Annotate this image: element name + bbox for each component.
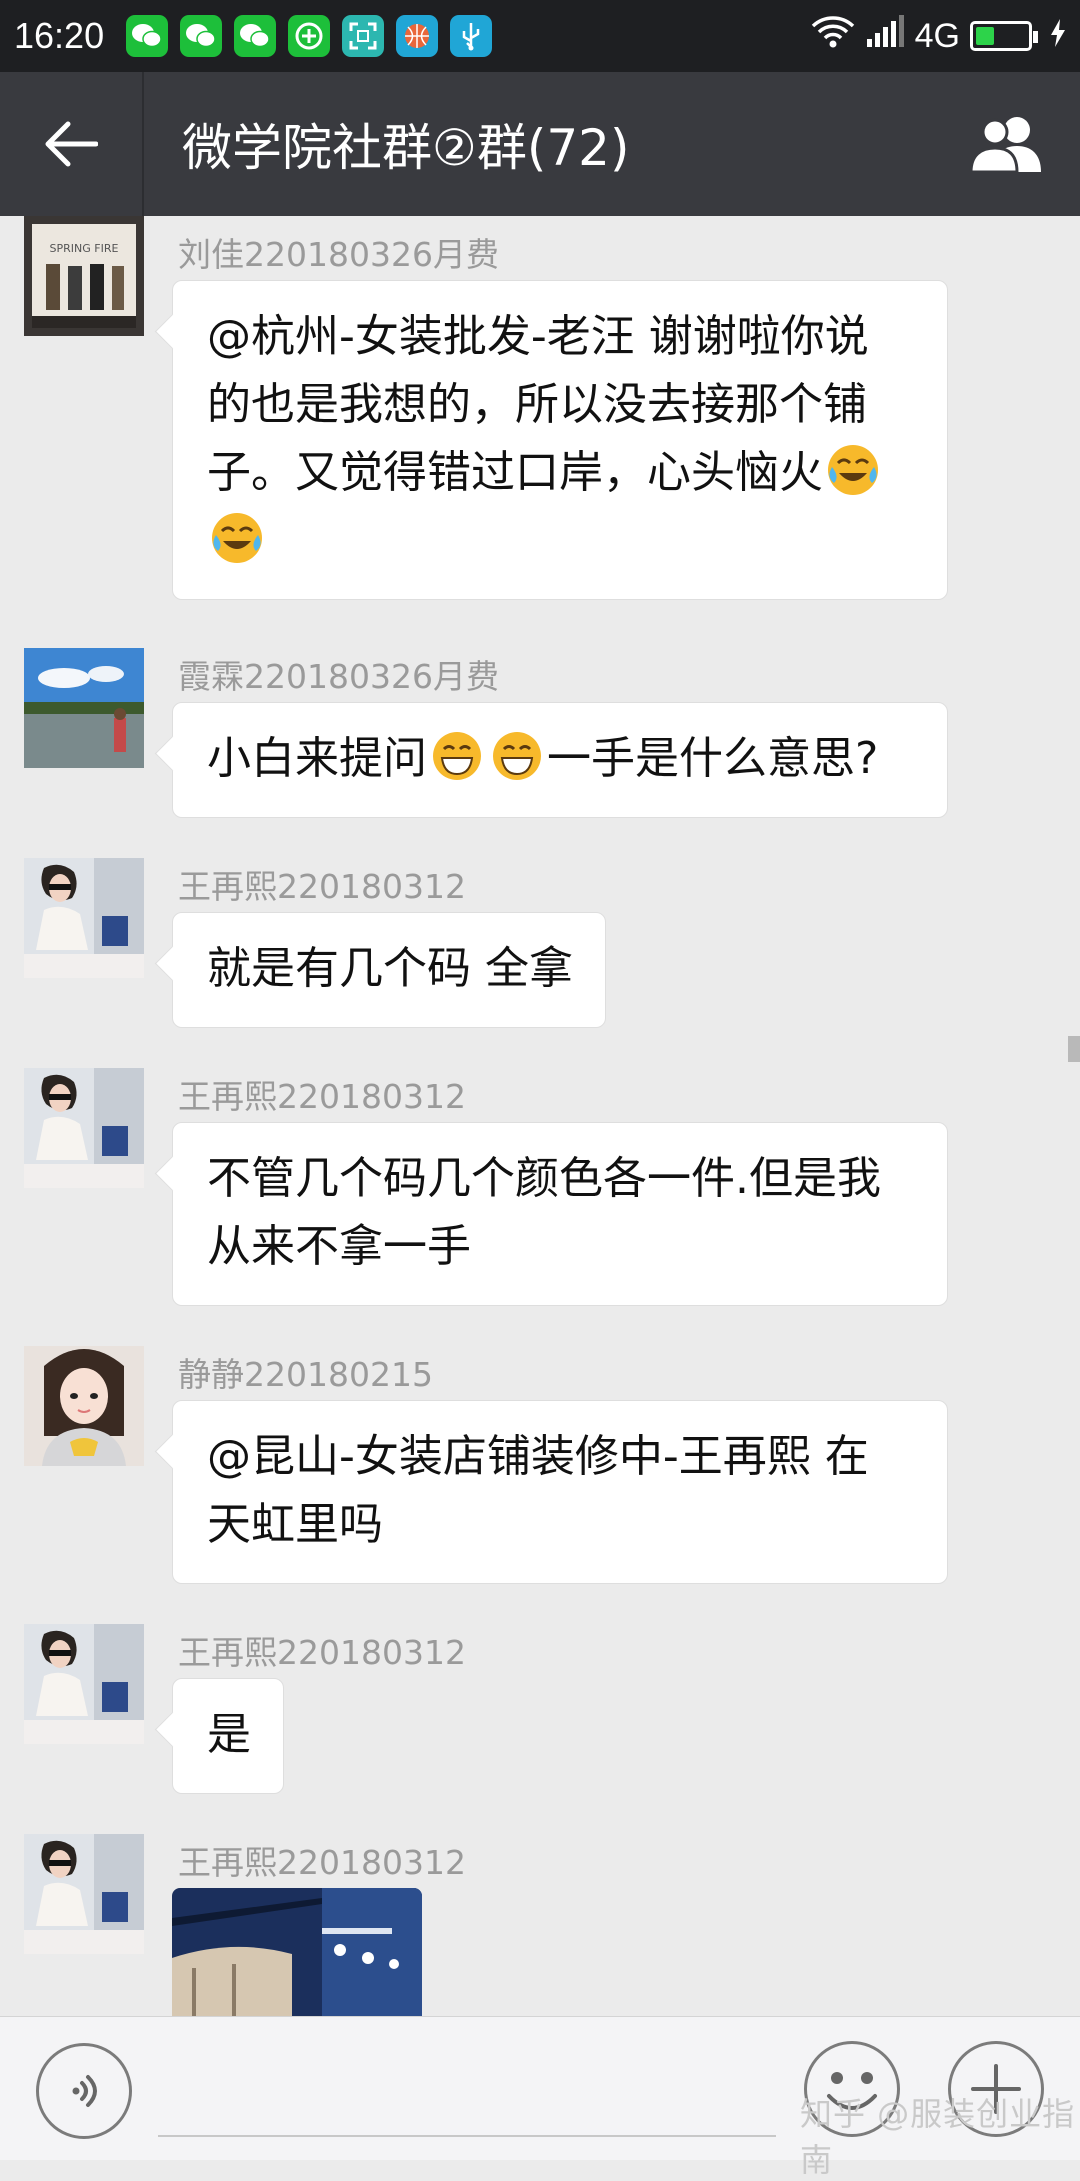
charging-icon [1050, 18, 1066, 54]
woman-sunglasses-avatar-image [24, 858, 144, 978]
basketball-icon [396, 15, 439, 57]
avatar[interactable] [24, 858, 144, 978]
watermark: 知乎 @服装创业指南 [800, 2095, 1076, 2179]
sender-name: 刘佳220180326月费 [178, 235, 499, 274]
sender-name: 王再熙220180312 [178, 1843, 466, 1882]
group-members-button[interactable] [936, 72, 1080, 216]
message-line [207, 507, 915, 575]
title-bar: 微学院社群②群(72) [0, 72, 1080, 216]
avatar[interactable] [24, 1346, 144, 1466]
scan-icon [342, 15, 385, 57]
message-bubble[interactable]: 就是有几个码 全拿 [172, 912, 606, 1028]
wechat-icon [126, 15, 169, 57]
message-bubble[interactable]: @杭州-女装批发-老汪 谢谢啦你说 的也是我想的，所以没去接那个铺 子。又觉得错… [172, 280, 948, 600]
battery-icon [970, 21, 1038, 51]
scrollbar-thumb[interactable] [1068, 1036, 1080, 1062]
svg-text:SPRING FIRE: SPRING FIRE [50, 242, 119, 255]
message-line: @昆山-女装店铺装修中-王再熙 在 [207, 1431, 869, 1482]
chat-message: 王再熙220180312 不管几个码几个颜色各一件.但是我 从来不拿一手 [0, 1058, 1080, 1306]
sender-name: 王再熙220180312 [178, 867, 466, 906]
message-bubble[interactable]: 是 [172, 1678, 284, 1794]
input-bar: 知乎 @服装创业指南 [0, 2016, 1080, 2179]
sender-name: 静静220180215 [178, 1355, 433, 1394]
chat-message: 王再熙220180312 [0, 1824, 1080, 2016]
store-window-avatar-image: SPRING FIRE [24, 216, 144, 336]
message-text: 是 [207, 1709, 251, 1760]
message-line: @杭州-女装批发-老汪 谢谢啦你说 [207, 311, 869, 362]
message-bubble[interactable]: 不管几个码几个颜色各一件.但是我 从来不拿一手 [172, 1122, 948, 1306]
back-button[interactable] [0, 72, 144, 216]
plus-app-icon [288, 15, 331, 57]
chat-message: SPRING FIRE 刘佳220180326月费 @杭州-女装批发-老汪 谢谢… [0, 216, 1080, 606]
wifi-icon [811, 15, 855, 58]
message-text: 小白来提问 [207, 733, 427, 784]
status-time: 16:20 [14, 15, 105, 56]
lake-avatar-image [24, 648, 144, 768]
voice-input-button[interactable] [36, 2043, 132, 2139]
message-bubble[interactable]: @昆山-女装店铺装修中-王再熙 在 天虹里吗 [172, 1400, 948, 1584]
store-interior-photo [172, 1888, 422, 2016]
avatar[interactable] [24, 648, 144, 768]
status-right: 4G [811, 14, 1066, 58]
back-arrow-icon [45, 121, 98, 167]
wechat-icon [234, 15, 277, 57]
battery-level [976, 27, 994, 45]
chat-message: 静静220180215 @昆山-女装店铺装修中-王再熙 在 天虹里吗 [0, 1336, 1080, 1584]
avatar[interactable] [24, 1624, 144, 1744]
message-line: 的也是我想的，所以没去接那个铺 [207, 379, 867, 430]
grinning-emoji-icon [493, 732, 541, 780]
avatar[interactable]: SPRING FIRE [24, 216, 144, 336]
avatar[interactable] [24, 1834, 144, 1954]
message-bubble[interactable]: 小白来提问 一手是什么意思? [172, 702, 948, 818]
sender-name: 霞霖220180326月费 [178, 657, 499, 696]
voice-icon [72, 2075, 97, 2107]
status-bar: 16:20 4G [0, 0, 1080, 72]
crying-laughing-emoji-icon [828, 445, 878, 495]
woman-sunglasses-avatar-image [24, 1624, 144, 1744]
message-input[interactable] [158, 2135, 776, 2137]
avatar[interactable] [24, 1068, 144, 1188]
usb-icon [450, 15, 493, 57]
sender-name: 王再熙220180312 [178, 1633, 466, 1672]
chat-area[interactable]: SPRING FIRE 刘佳220180326月费 @杭州-女装批发-老汪 谢谢… [0, 216, 1080, 2016]
chat-title: 微学院社群②群(72) [182, 119, 630, 177]
network-type: 4G [914, 16, 960, 55]
chat-message: 王再熙220180312 就是有几个码 全拿 [0, 848, 1080, 1028]
message-line: 从来不拿一手 [207, 1221, 471, 1272]
crying-laughing-emoji-icon [212, 513, 262, 563]
image-message[interactable] [172, 1888, 422, 2016]
message-line: 子。又觉得错过口岸，心头恼火 [207, 439, 915, 507]
woman-sunglasses-avatar-image [24, 1068, 144, 1188]
woman-sunglasses-avatar-image [24, 1834, 144, 1954]
chat-message: 霞霖220180326月费 小白来提问 一手是什么意思? [0, 638, 1080, 818]
chat-message: 王再熙220180312 是 [0, 1614, 1080, 1794]
signal-icon [865, 14, 905, 58]
grinning-emoji-icon [433, 732, 481, 780]
girl-avatar-image [24, 1346, 144, 1466]
wechat-icon [180, 15, 223, 57]
sender-name: 王再熙220180312 [178, 1077, 466, 1116]
message-text: 一手是什么意思? [547, 733, 879, 784]
group-members-icon [969, 117, 1041, 174]
message-text: 就是有几个码 全拿 [207, 943, 573, 994]
message-line: 不管几个码几个颜色各一件.但是我 [207, 1153, 881, 1204]
message-line: 天虹里吗 [207, 1499, 383, 1550]
